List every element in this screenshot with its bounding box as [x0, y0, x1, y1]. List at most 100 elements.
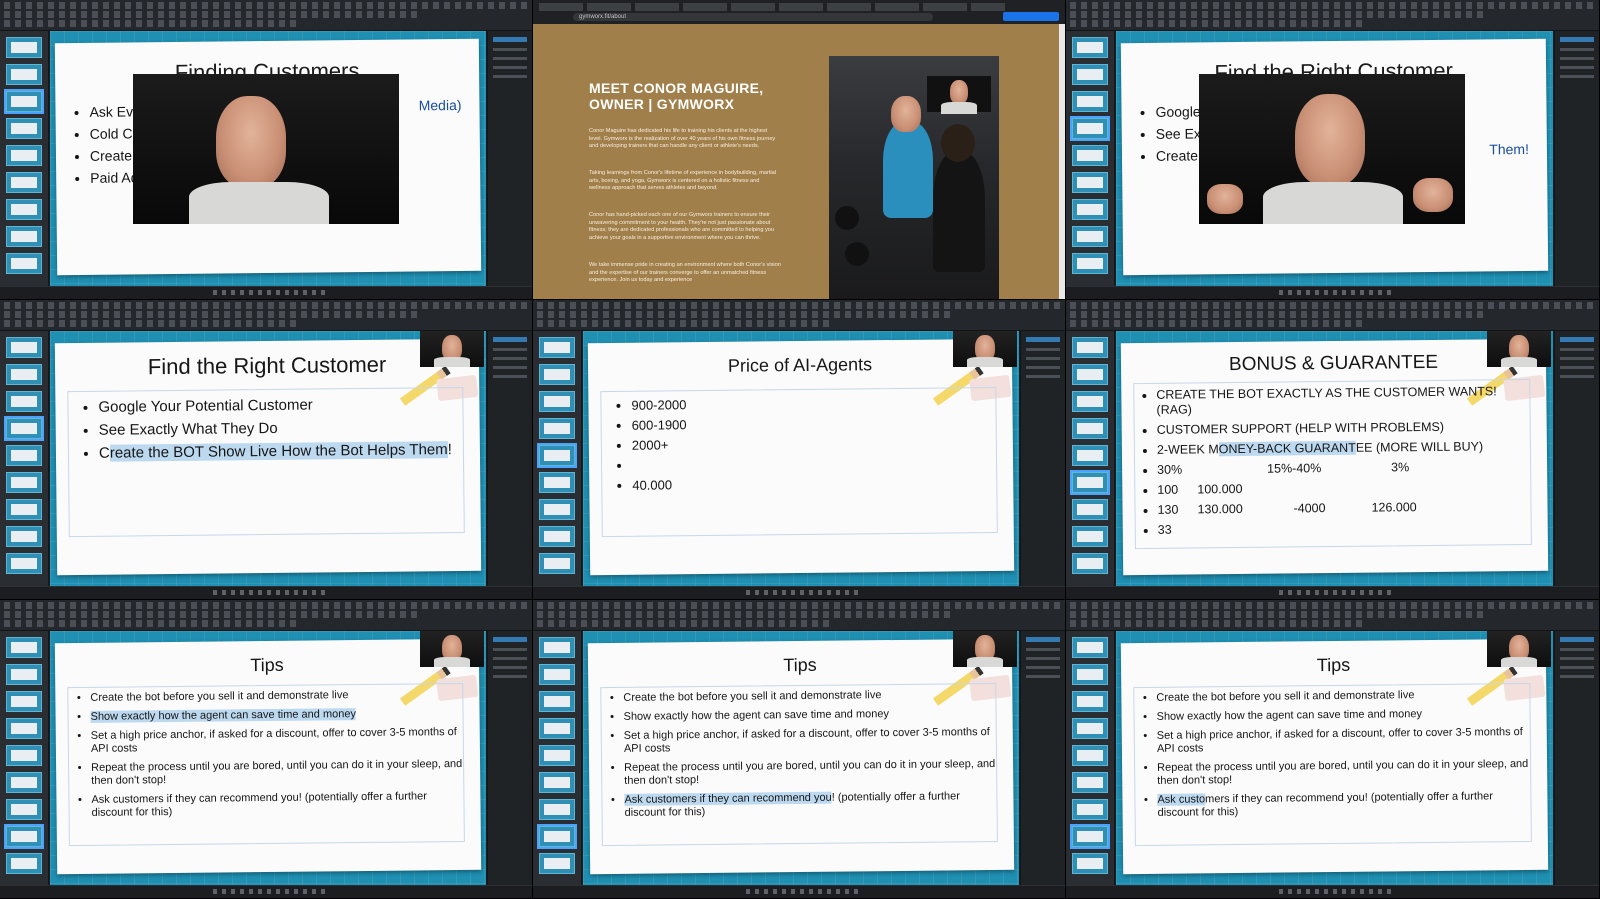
gym-photo [829, 56, 999, 299]
webcam-pip [420, 331, 484, 367]
video-thumbnail-grid: Finding Customers Ask Eve Cold Ca Create… [0, 0, 1600, 899]
impress-toolbar[interactable] [0, 600, 532, 631]
cell: 130 [1157, 502, 1179, 517]
extension-button[interactable] [1003, 12, 1059, 21]
slide-thumbnails-panel[interactable] [1066, 631, 1115, 886]
text-box[interactable]: Create the bot before you sell it and de… [1133, 682, 1532, 847]
text-box[interactable]: Create the bot before you sell it and de… [600, 682, 998, 847]
properties-sidebar[interactable] [1020, 331, 1065, 587]
properties-sidebar[interactable] [1554, 31, 1599, 287]
text-box[interactable]: Create the bot before you sell it and de… [67, 682, 465, 847]
text-selection[interactable]: ONEY-BACK GUARANT [1218, 440, 1356, 457]
impress-toolbar[interactable] [533, 300, 1065, 331]
slide-title: Tips [1316, 654, 1351, 676]
bullet: Set a high price anchor, if asked for a … [624, 726, 996, 756]
slide-bullets: CREATE THE BOT EXACTLY AS THE CUSTOMER W… [1134, 380, 1531, 538]
impress-toolbar[interactable] [0, 300, 532, 331]
scrollbar[interactable] [1059, 24, 1065, 299]
slide-thumbnails-panel[interactable] [0, 631, 49, 886]
slide-thumbnails-panel[interactable] [1066, 331, 1115, 587]
slide-title: BONUS & GUARANTEE [1228, 351, 1439, 376]
properties-sidebar[interactable] [487, 331, 532, 587]
status-bar [0, 586, 532, 599]
bullet: Repeat the process until you are bored, … [624, 758, 996, 788]
tile-tips-2: Tips Create the bot before you sell it a… [533, 600, 1066, 899]
paragraph: Conor Maguire has dedicated his life to … [589, 128, 776, 150]
browser-tabs[interactable] [539, 3, 1005, 11]
status-bar [1066, 286, 1599, 299]
slide-bullets: Create the bot before you sell it and de… [1134, 684, 1530, 820]
slide-bullets: Google Your Potential Customer See Exact… [68, 388, 463, 465]
bullet: Create the bot before you sell it and de… [623, 688, 995, 705]
bullet-text: C [98, 444, 110, 462]
bullet: Ask customers if they can recommend you!… [624, 790, 996, 820]
slide-canvas: Price of AI-Agents 900-2000 600-1900 200… [583, 331, 1019, 587]
cell: 3% [1391, 460, 1410, 475]
bullet: Create the bot before you sell it and de… [90, 688, 462, 705]
bullet: Create the bot before you sell it and de… [1156, 688, 1529, 705]
bullet: Repeat the process until you are bored, … [1157, 758, 1530, 788]
bullet: CREATE THE BOT EXACTLY AS THE CUSTOMER W… [1156, 384, 1529, 418]
properties-sidebar[interactable] [487, 631, 532, 886]
webcam-overlay [133, 74, 399, 224]
bullet: Ask customers if they can recommend you!… [1157, 790, 1530, 820]
webpage: MEET CONOR MAGUIRE, OWNER | GYMWORX Cono… [533, 24, 1065, 299]
text-box[interactable]: Google Your Potential Customer See Exact… [67, 386, 465, 538]
text-selection[interactable]: Ask custo [1157, 793, 1206, 806]
impress-toolbar[interactable] [1066, 300, 1599, 331]
impress-toolbar[interactable] [1066, 600, 1599, 631]
bullet: Repeat the process until you are bored, … [91, 758, 463, 788]
slide-paper: Price of AI-Agents 900-2000 600-1900 200… [587, 338, 1015, 576]
text-selection[interactable]: Show exactly how the agent can save time… [90, 708, 356, 723]
slide-title: Find the Right Customer [147, 351, 387, 380]
cell: 100.000 [1197, 481, 1243, 497]
properties-sidebar[interactable] [1554, 331, 1599, 587]
slide-paper: Tips Create the bot before you sell it a… [1120, 638, 1549, 875]
properties-sidebar[interactable] [1020, 631, 1065, 886]
presenter-hand [1413, 178, 1453, 212]
slide-thumbnails-panel[interactable] [1066, 31, 1115, 287]
slide-thumbnails-panel[interactable] [533, 331, 582, 587]
text-box[interactable]: CREATE THE BOT EXACTLY AS THE CUSTOMER W… [1133, 378, 1532, 550]
cell: 30% [1157, 462, 1183, 477]
slide-paper: Tips Create the bot before you sell it a… [587, 638, 1015, 875]
paragraph: Taking learnings from Conor's lifetime o… [589, 170, 776, 192]
bullet-text: EE (MORE WILL BUY) [1355, 439, 1484, 455]
webcam-pip [1487, 631, 1551, 667]
slide-thumbnails-panel[interactable] [533, 631, 582, 886]
slide-title: Price of AI-Agents [727, 354, 873, 376]
bullet: 40.000 [632, 472, 996, 496]
cell: 130.000 [1197, 501, 1243, 517]
bullet-fragment: Media) [418, 96, 462, 114]
tile-find-right-customer: Find the Right Customer Google Your Pote… [0, 300, 533, 600]
presenter-shirt [189, 182, 329, 224]
text-box[interactable]: 900-2000 600-1900 2000+ 40.000 [600, 386, 998, 538]
bullet: Set a high price anchor, if asked for a … [1157, 726, 1530, 756]
status-bar [0, 286, 532, 299]
impress-toolbar[interactable] [0, 0, 532, 31]
slide-title: Tips [250, 654, 284, 676]
bullet: Ask customers if they can recommend you!… [91, 790, 463, 820]
tile-tips-3: Tips Create the bot before you sell it a… [1066, 600, 1600, 899]
webcam-pip [1487, 331, 1551, 367]
properties-sidebar[interactable] [1554, 631, 1599, 886]
slide-thumbnails-panel[interactable] [0, 31, 49, 287]
slide-paper: BONUS & GUARANTEE CREATE THE BOT EXACTLY… [1120, 338, 1549, 576]
address-bar[interactable]: gymworx.fit/about [573, 13, 933, 21]
tile-tips-1: Tips Create the bot before you sell it a… [0, 600, 533, 899]
tile-right-customer-webcam: Find the Right Customer Google See Exa C… [1066, 0, 1600, 300]
properties-sidebar[interactable] [487, 31, 532, 287]
paragraph: Conor has hand-picked each one of our Gy… [589, 212, 775, 241]
bullet: 33 [1158, 519, 1531, 538]
status-bar [1066, 885, 1599, 898]
bullet: 30% 15%-40% 3% [1157, 459, 1530, 478]
slide-paper: Tips Create the bot before you sell it a… [54, 638, 482, 875]
slide-paper: Find the Right Customer Google Your Pote… [54, 338, 482, 576]
text-selection[interactable]: Ask customers if they can recommend you [624, 791, 832, 806]
tile-gymworx-website: gymworx.fit/about MEET CONOR MAGUIRE, OW… [533, 0, 1066, 300]
text-selection[interactable]: reate the BOT Show Live How the Bot Help… [109, 441, 448, 462]
bullet: Show exactly how the agent can save time… [1157, 707, 1530, 724]
impress-toolbar[interactable] [533, 600, 1065, 631]
slide-thumbnails-panel[interactable] [0, 331, 49, 587]
impress-toolbar[interactable] [1066, 0, 1599, 31]
